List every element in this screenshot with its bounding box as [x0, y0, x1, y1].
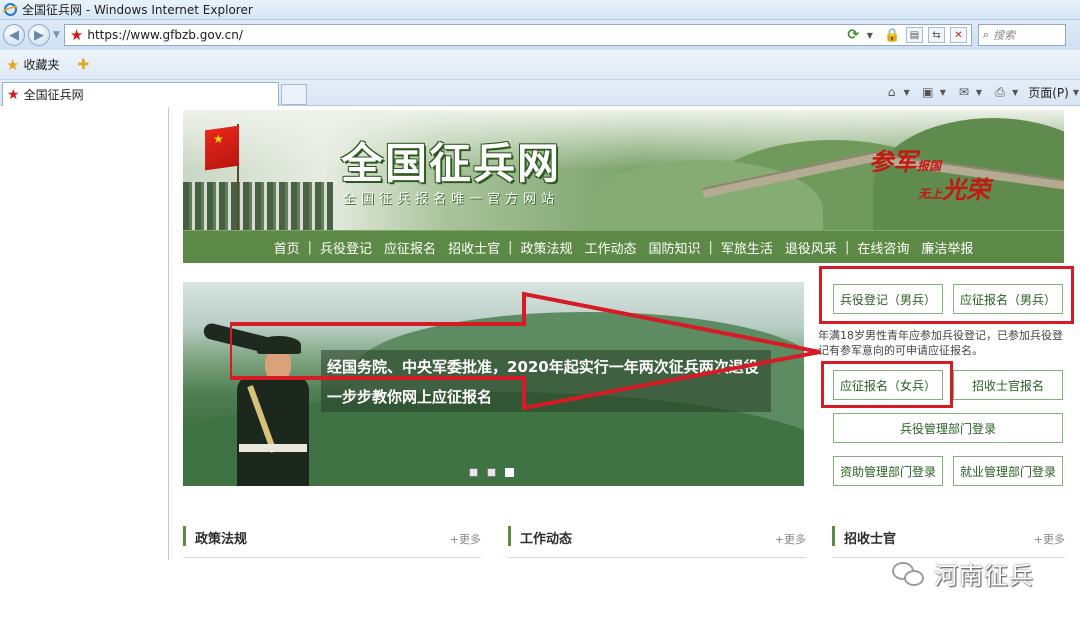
- search-icon: ⌕: [982, 28, 990, 41]
- feeds-icon[interactable]: ▣: [920, 85, 936, 99]
- section-title-policy[interactable]: 政策法规: [195, 528, 247, 547]
- flag-star-icon: ★: [213, 132, 224, 146]
- nav-item-apply[interactable]: 应征报名: [384, 238, 436, 257]
- carousel-dot[interactable]: [487, 468, 496, 477]
- stop-icon[interactable]: ✕: [949, 27, 967, 43]
- command-bar: ⌂ ▼ ▣ ▼ ✉ ▼ ⎙ ▼ 页面(P) ▼: [884, 82, 1080, 102]
- mail-dropdown-icon[interactable]: ▼: [976, 88, 982, 97]
- registration-note: 年满18岁男性青年应参加兵役登记，已参加兵役登记有参军意向的可申请应征报名。: [818, 329, 1063, 357]
- certificate-icon[interactable]: ▤: [905, 27, 923, 43]
- home-icon[interactable]: ⌂: [884, 85, 900, 99]
- more-link-policy[interactable]: +更多: [450, 531, 481, 547]
- forward-button[interactable]: ▶: [28, 24, 50, 46]
- employment-dept-login-button[interactable]: 就业管理部门登录: [953, 456, 1063, 486]
- section-bar: [508, 526, 511, 546]
- left-blank-area: [0, 107, 169, 560]
- nav-item-registration[interactable]: 兵役登记: [320, 238, 372, 257]
- nav-separator: |: [844, 239, 850, 255]
- print-icon[interactable]: ⎙: [992, 85, 1008, 99]
- carousel-dot[interactable]: [469, 468, 478, 477]
- slide-caption-line-1[interactable]: 经国务院、中央军委批准，2020年起实行一年两次征兵两次退役: [327, 356, 759, 377]
- nav-item-news[interactable]: 工作动态: [584, 238, 636, 257]
- home-dropdown-icon[interactable]: ▼: [904, 88, 910, 97]
- section-work: 工作动态 +更多: [508, 524, 806, 558]
- site-favicon-star-icon: ★: [69, 26, 84, 44]
- section-title-nco[interactable]: 招收士官: [844, 528, 896, 547]
- internet-explorer-icon: [4, 3, 17, 16]
- compat-view-icon[interactable]: ⟳: [845, 27, 862, 43]
- favorites-star-icon[interactable]: ★: [6, 56, 19, 74]
- nav-item-consult[interactable]: 在线咨询: [857, 238, 909, 257]
- wechat-icon: [892, 560, 926, 588]
- slogan-line-2: 无上光荣: [918, 170, 990, 205]
- nav-item-report[interactable]: 廉洁举报: [921, 238, 973, 257]
- tab-current[interactable]: ★ 全国征兵网: [2, 82, 279, 106]
- address-bar[interactable]: ★ https://www.gfbzb.gov.cn/ ⟳ ▼ 🔒 ▤ ⇆ ✕: [63, 24, 972, 46]
- nav-separator: |: [307, 239, 313, 255]
- page-menu[interactable]: 页面(P): [1028, 84, 1069, 101]
- section-bar: [183, 526, 186, 546]
- window-titlebar: 全国征兵网 - Windows Internet Explorer: [0, 0, 1080, 20]
- carousel-pagination: [469, 468, 514, 477]
- honor-guard-image: [183, 182, 333, 230]
- site-subtitle: 全国征兵报名唯一官方网站: [343, 192, 560, 207]
- watermark-text: 河南征兵: [934, 562, 1034, 590]
- saluting-guard-image: [199, 321, 309, 486]
- slide-caption-line-2[interactable]: 一步步教你网上应征报名: [327, 386, 492, 407]
- tab-title: 全国征兵网: [23, 88, 84, 102]
- news-carousel[interactable]: 经国务院、中央军委批准，2020年起实行一年两次征兵两次退役 一步步教你网上应征…: [183, 282, 804, 486]
- slogan-1-big: 参军: [869, 148, 917, 176]
- slogan-2-big: 光荣: [942, 176, 991, 204]
- page-menu-dropdown-icon[interactable]: ▼: [1073, 88, 1079, 97]
- search-placeholder: 搜索: [993, 29, 1016, 42]
- feeds-dropdown-icon[interactable]: ▼: [940, 88, 946, 97]
- site-banner: ★ 全国征兵网 全国征兵报名唯一官方网站 参军报国 无上光荣: [183, 110, 1064, 230]
- nav-item-veterans[interactable]: 退役风采: [785, 238, 837, 257]
- nav-separator: |: [708, 239, 713, 255]
- nav-item-nco[interactable]: 招收士官: [448, 238, 500, 257]
- section-bar: [832, 526, 835, 546]
- more-link-nco[interactable]: +更多: [1034, 531, 1065, 547]
- favorites-button[interactable]: 收藏夹: [23, 56, 59, 73]
- main-navigation: 首页 | 兵役登记 应征报名 招收士官 | 政策法规 工作动态 国防知识 | 军…: [183, 230, 1064, 263]
- address-dropdown-icon[interactable]: ▼: [867, 31, 873, 40]
- print-dropdown-icon[interactable]: ▼: [1012, 88, 1018, 97]
- url-text[interactable]: https://www.gfbzb.gov.cn/: [87, 28, 243, 42]
- mail-icon[interactable]: ✉: [956, 85, 972, 99]
- nav-separator: |: [508, 239, 513, 255]
- nco-apply-button[interactable]: 招收士官报名: [953, 370, 1063, 400]
- window-title: 全国征兵网 - Windows Internet Explorer: [22, 3, 253, 17]
- section-nco: 招收士官 +更多: [832, 524, 1065, 558]
- wechat-watermark: 河南征兵: [892, 556, 1034, 591]
- more-link-work[interactable]: +更多: [775, 531, 806, 547]
- annotation-box-male: [819, 266, 1074, 324]
- search-input[interactable]: ⌕ 搜索: [977, 24, 1066, 46]
- nav-item-policy[interactable]: 政策法规: [520, 238, 572, 257]
- back-button[interactable]: ◀: [3, 24, 25, 46]
- nav-item-defense[interactable]: 国防知识: [649, 238, 701, 257]
- tab-row: ★ 全国征兵网 ⌂ ▼ ▣ ▼ ✉ ▼ ⎙ ▼ 页面(P) ▼: [0, 80, 1080, 106]
- section-policy: 政策法规 +更多: [183, 524, 481, 558]
- dept-login-button[interactable]: 兵役管理部门登录: [833, 413, 1063, 443]
- aid-dept-login-button[interactable]: 资助管理部门登录: [833, 456, 943, 486]
- slogan-2-small: 无上: [918, 187, 943, 201]
- lock-icon[interactable]: 🔒: [884, 27, 901, 43]
- tab-favicon-star-icon: ★: [7, 86, 20, 103]
- nav-item-home[interactable]: 首页: [274, 238, 300, 257]
- history-dropdown-icon[interactable]: ▼: [53, 30, 60, 40]
- address-toolbar: ◀ ▶ ▼ ★ https://www.gfbzb.gov.cn/ ⟳ ▼ 🔒 …: [0, 20, 1080, 50]
- carousel-dot-active[interactable]: [505, 468, 514, 477]
- new-tab-button[interactable]: [281, 84, 307, 105]
- add-favorite-icon[interactable]: ✚: [77, 57, 89, 73]
- annotation-box-female: [821, 361, 953, 408]
- favorites-bar: ★ 收藏夹 ✚: [0, 50, 1080, 80]
- section-title-work[interactable]: 工作动态: [520, 528, 572, 547]
- refresh-icon[interactable]: ⇆: [927, 27, 945, 43]
- site-title: 全国征兵网: [341, 139, 562, 188]
- nav-item-military-life[interactable]: 军旅生活: [721, 238, 773, 257]
